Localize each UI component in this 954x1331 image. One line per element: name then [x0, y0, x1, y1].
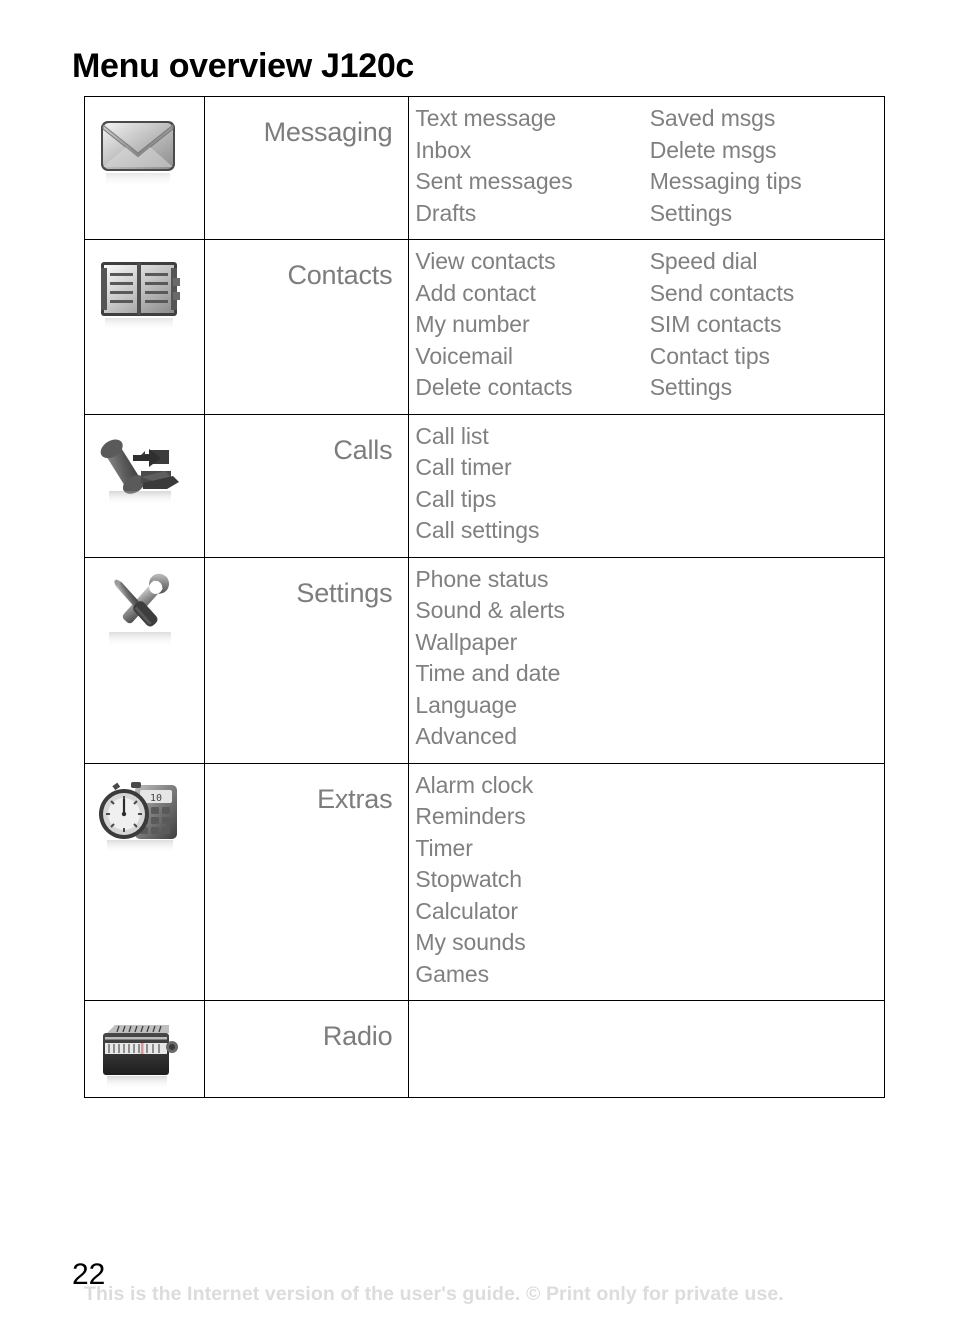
menu-item: Stopwatch	[415, 866, 522, 892]
menu-item: Delete msgs	[649, 136, 777, 163]
menu-item: View contacts	[415, 248, 556, 274]
menu-item-column: Saved msgs Delete msgs Messaging tips Setti…	[650, 103, 884, 229]
menu-row-items-cell: Text message Inbox Sent messages Drafts Save…	[408, 96, 885, 240]
radio-icon	[93, 1013, 185, 1097]
menu-row: Contacts View contacts Add contact My numbe…	[83, 239, 885, 415]
menu-item: Sound & alerts	[415, 597, 565, 623]
menu-item: Timer	[415, 834, 473, 861]
menu-row-items-cell: View contacts Add contact My number Voicema…	[408, 239, 885, 415]
menu-item-column: Speed dial Send contacts SIM contacts Conta…	[650, 246, 884, 404]
menu-row: Messaging Text message Inbox Sent messages D…	[83, 96, 885, 240]
menu-item-column: View contacts Add contact My number Voicema…	[415, 246, 649, 404]
menu-item: Language	[415, 691, 517, 718]
menu-item: Inbox	[415, 136, 472, 163]
menu-item: Reminders	[415, 803, 526, 829]
menu-row-label: Settings	[204, 556, 410, 764]
menu-row-icon-cell	[83, 556, 206, 764]
menu-row: Radio	[83, 1000, 885, 1098]
menu-item: Add contact	[415, 279, 536, 306]
menu-item: Contact tips	[649, 342, 770, 369]
menu-row-items-cell: Alarm clock Reminders Timer Stopwatch Calcul…	[408, 762, 885, 1001]
menu-item: Sent messages	[415, 168, 573, 194]
menu-row-label: Calls	[204, 413, 410, 558]
menu-item-column	[650, 770, 884, 991]
phone-handset-icon	[93, 427, 185, 511]
footer-watermark-note: This is the Internet version of the user…	[84, 1283, 784, 1305]
menu-item: Delete contacts	[415, 374, 573, 400]
menu-item: Saved msgs	[649, 105, 776, 131]
menu-item-column	[650, 564, 884, 753]
menu-item: Text message	[415, 105, 557, 131]
tools-icon	[93, 570, 185, 654]
menu-item: Phone status	[415, 565, 549, 592]
menu-overview-table: Messaging Text message Inbox Sent messages D…	[83, 96, 885, 1098]
menu-item: Settings	[649, 199, 732, 226]
document-page: Menu overview J120c Messaging Text messag…	[0, 0, 954, 1331]
svg-text:10: 10	[150, 793, 162, 804]
menu-row-label: Messaging	[204, 96, 410, 240]
menu-item: Calculator	[415, 897, 518, 924]
menu-row-icon-cell: 10	[83, 762, 206, 1001]
menu-row-items-cell: Call list Call timer Call tips Call setting…	[408, 413, 885, 558]
menu-item-column: Phone status Sound & alerts Wallpaper Time …	[415, 564, 649, 753]
menu-item: Time and date	[415, 660, 561, 686]
menu-item: My number	[415, 311, 530, 337]
menu-item: Send contacts	[649, 279, 795, 306]
menu-row-icon-cell	[83, 96, 206, 240]
envelope-icon	[93, 109, 185, 193]
menu-item: Voicemail	[415, 342, 513, 369]
menu-item-column	[650, 421, 884, 547]
menu-item: Call tips	[415, 485, 497, 512]
menu-row-icon-cell	[83, 413, 206, 558]
menu-row: Settings Phone status Sound & alerts Wallpa…	[83, 556, 885, 764]
menu-item: Wallpaper	[415, 628, 518, 655]
menu-row-label: Radio	[204, 1000, 410, 1098]
menu-item: Drafts	[415, 199, 477, 226]
menu-item: My sounds	[415, 929, 526, 955]
menu-row-icon-cell	[83, 239, 206, 415]
stopwatch-calculator-icon: 10	[93, 776, 185, 860]
menu-item: Speed dial	[649, 248, 758, 274]
menu-item: Alarm clock	[415, 771, 534, 798]
menu-row-items-cell	[408, 1000, 885, 1098]
menu-item: Settings	[649, 374, 732, 400]
menu-item: Advanced	[415, 723, 517, 749]
menu-row: 10 Extras Alarm clock Reminders Timer St…	[83, 762, 885, 1001]
menu-item: Call timer	[415, 454, 512, 480]
menu-item-column: Text message Inbox Sent messages Drafts	[415, 103, 649, 229]
menu-item: Messaging tips	[649, 168, 802, 194]
address-book-icon	[93, 252, 185, 336]
menu-item: Call settings	[415, 517, 540, 543]
menu-item: SIM contacts	[649, 311, 782, 337]
menu-row: Calls Call list Call timer Call tips Call se…	[83, 413, 885, 558]
menu-row-items-cell: Phone status Sound & alerts Wallpaper Time …	[408, 556, 885, 764]
menu-row-label: Contacts	[204, 239, 410, 415]
page-title: Menu overview J120c	[72, 47, 415, 85]
menu-item: Call list	[415, 422, 489, 449]
menu-item-column: Alarm clock Reminders Timer Stopwatch Calcul…	[415, 770, 649, 991]
menu-row-label: Extras	[204, 762, 410, 1001]
menu-row-icon-cell	[83, 1000, 206, 1098]
menu-item-column: Call list Call timer Call tips Call setting…	[415, 421, 649, 547]
menu-item: Games	[415, 960, 490, 987]
